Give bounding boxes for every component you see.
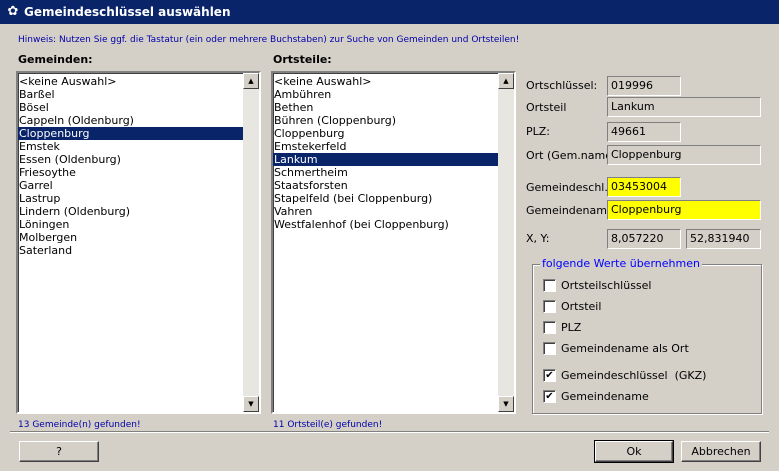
scroll-up-arrow-icon[interactable]: ▲ bbox=[243, 73, 259, 89]
checkbox-gemeindename[interactable]: ✔ bbox=[543, 390, 556, 403]
app-flower-icon: ✿ bbox=[7, 4, 19, 19]
cancel-button[interactable]: Abbrechen bbox=[681, 441, 761, 462]
gemeinden-list-item[interactable]: Bösel bbox=[18, 101, 243, 114]
plz-label: PLZ: bbox=[526, 125, 551, 138]
ort-label: Ort (Gem.name): bbox=[526, 149, 620, 162]
checkbox-label-gemeindename-als-ort[interactable]: Gemeindename als Ort bbox=[561, 342, 689, 355]
checkbox-label-plz[interactable]: PLZ bbox=[561, 321, 581, 334]
gemeinden-list-item[interactable]: Lindern (Oldenburg) bbox=[18, 205, 243, 218]
ortsteile-scrollbar[interactable]: ▲ ▼ bbox=[498, 73, 514, 412]
ortsteile-items: <keine Auswahl> Ambühren Bethen Bühren (Clo… bbox=[273, 73, 498, 231]
gemeindename-label: Gemeindename: bbox=[526, 204, 618, 217]
gemeinden-list-item[interactable]: Saterland bbox=[18, 244, 243, 257]
gemeindename-field[interactable]: Cloppenburg bbox=[607, 200, 761, 220]
gemeinden-list-item[interactable]: Emstek bbox=[18, 140, 243, 153]
gemeinden-found-count: 13 Gemeinde(n) gefunden! bbox=[18, 420, 141, 430]
gemeindeschl-label: Gemeindeschl.: bbox=[526, 181, 612, 194]
ortsteile-list-item[interactable]: Bethen bbox=[273, 101, 498, 114]
gemeinden-list-item[interactable]: Löningen bbox=[18, 218, 243, 231]
ortsteile-found-count: 11 Ortsteil(e) gefunden! bbox=[273, 420, 383, 430]
gemeinden-list-item[interactable]: <keine Auswahl> bbox=[18, 75, 243, 88]
gemeinden-scrollbar[interactable]: ▲ ▼ bbox=[243, 73, 259, 412]
gemeinden-list-item[interactable]: Lastrup bbox=[18, 192, 243, 205]
gemeinden-list-item[interactable]: Essen (Oldenburg) bbox=[18, 153, 243, 166]
checkbox-label-gemeindename[interactable]: Gemeindename bbox=[561, 390, 649, 403]
checkbox-label-ortsteil[interactable]: Ortsteil bbox=[561, 300, 601, 313]
gemeinden-list-item[interactable]: Cloppenburg bbox=[18, 127, 243, 140]
gemeinden-header: Gemeinden: bbox=[18, 53, 93, 66]
ortschluessel-field: 019996 bbox=[607, 76, 681, 96]
ortsteile-list-item[interactable]: Stapelfeld (bei Cloppenburg) bbox=[273, 192, 498, 205]
gemeinden-list-item[interactable]: Friesoythe bbox=[18, 166, 243, 179]
ortsteile-header: Ortsteile: bbox=[273, 53, 332, 66]
checkbox-plz[interactable] bbox=[543, 321, 556, 334]
scroll-down-arrow-icon[interactable]: ▼ bbox=[243, 396, 259, 412]
gemeinden-list-item[interactable]: Molbergen bbox=[18, 231, 243, 244]
scroll-up-arrow-icon[interactable]: ▲ bbox=[498, 73, 514, 89]
plz-field: 49661 bbox=[607, 122, 681, 142]
gemeinden-items: <keine Auswahl> Barßel Bösel Cappeln (Olden… bbox=[18, 73, 243, 257]
ortsteile-list-item[interactable]: Staatsforsten bbox=[273, 179, 498, 192]
x-coordinate-field: 8,057220 bbox=[607, 229, 681, 249]
ortsteile-list-item[interactable]: Ambühren bbox=[273, 88, 498, 101]
ortsteile-list-item[interactable]: Lankum bbox=[273, 153, 498, 166]
gemeindeschl-field[interactable]: 03453004 bbox=[607, 177, 681, 197]
checkbox-label-ortsteilschluessel[interactable]: Ortsteilschlüssel bbox=[561, 279, 651, 292]
ortsteile-listbox[interactable]: <keine Auswahl> Ambühren Bethen Bühren (Clo… bbox=[271, 71, 516, 414]
window-title: Gemeindeschlüssel auswählen bbox=[24, 5, 231, 19]
help-button[interactable]: ? bbox=[19, 441, 99, 462]
title-bar[interactable]: ✿ Gemeindeschlüssel auswählen bbox=[0, 0, 779, 24]
bottom-separator bbox=[10, 431, 769, 433]
ok-button[interactable]: Ok bbox=[594, 440, 674, 463]
checkbox-gemeindename-als-ort[interactable] bbox=[543, 342, 556, 355]
checkbox-gemeindeschluessel-gkz[interactable]: ✔ bbox=[543, 369, 556, 382]
gemeinden-list-item[interactable]: Barßel bbox=[18, 88, 243, 101]
gemeinden-list-item[interactable]: Garrel bbox=[18, 179, 243, 192]
gemeinden-listbox[interactable]: <keine Auswahl> Barßel Bösel Cappeln (Olden… bbox=[16, 71, 261, 414]
ortschluessel-label: Ortschlüssel: bbox=[526, 79, 598, 92]
scroll-down-arrow-icon[interactable]: ▼ bbox=[498, 396, 514, 412]
checkbox-ortsteil[interactable] bbox=[543, 300, 556, 313]
gemeinden-list-item[interactable]: Cappeln (Oldenburg) bbox=[18, 114, 243, 127]
ortsteile-list-item[interactable]: Bühren (Cloppenburg) bbox=[273, 114, 498, 127]
ortsteile-list-item[interactable]: <keine Auswahl> bbox=[273, 75, 498, 88]
ortsteile-list-item[interactable]: Emstekerfeld bbox=[273, 140, 498, 153]
checkbox-ortsteilschluessel[interactable] bbox=[543, 279, 556, 292]
ortsteile-list-item[interactable]: Schmertheim bbox=[273, 166, 498, 179]
ortsteil-field: Lankum bbox=[607, 97, 761, 117]
xy-label: X, Y: bbox=[526, 232, 550, 245]
checkbox-label-gemeindeschluessel-gkz[interactable]: Gemeindeschlüssel (GKZ) bbox=[561, 369, 706, 382]
ortsteile-list-item[interactable]: Cloppenburg bbox=[273, 127, 498, 140]
hint-text: Hinweis: Nutzen Sie ggf. die Tastatur (e… bbox=[18, 35, 520, 45]
ortsteile-list-item[interactable]: Vahren bbox=[273, 205, 498, 218]
ortsteile-list-item[interactable]: Westfalenhof (bei Cloppenburg) bbox=[273, 218, 498, 231]
ort-field: Cloppenburg bbox=[607, 145, 761, 165]
ortsteil-label: Ortsteil bbox=[526, 101, 567, 114]
y-coordinate-field: 52,831940 bbox=[686, 229, 761, 249]
uebernehmen-title: folgende Werte übernehmen bbox=[540, 257, 702, 271]
